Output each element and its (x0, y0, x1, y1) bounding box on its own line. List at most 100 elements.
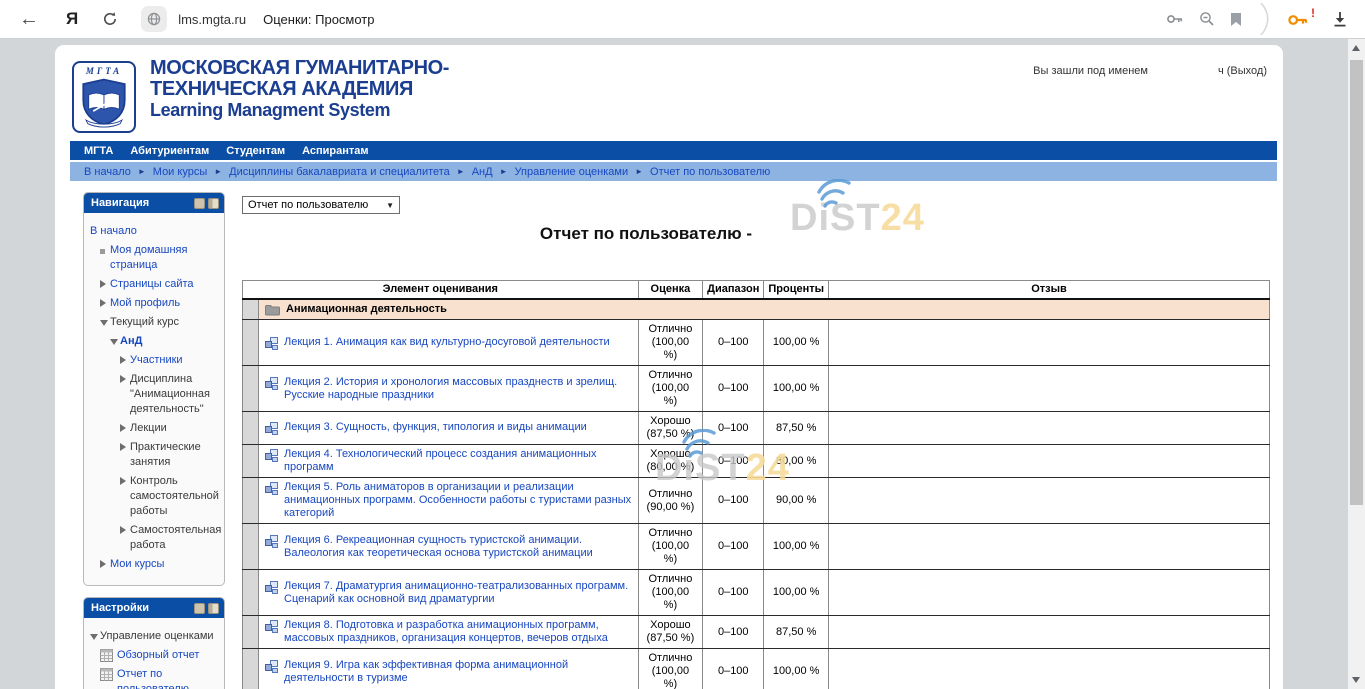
grade-item-link[interactable]: Лекция 6. Рекреационная сущность туристс… (284, 534, 632, 560)
collapsed-toggle-icon[interactable] (120, 526, 130, 534)
main-menu: МГТА Абитуриентам Студентам Аспирантам (70, 141, 1277, 160)
category-indent-cell (243, 299, 259, 320)
lesson-icon (265, 482, 278, 495)
download-icon[interactable] (1331, 10, 1349, 28)
percent-cell: 87,50 % (764, 616, 829, 649)
navigation-item-label[interactable]: Мои курсы (110, 557, 164, 572)
menu-item-мгта[interactable]: МГТА (84, 145, 113, 157)
back-icon[interactable]: ← (19, 9, 39, 29)
navigation-item[interactable]: Лекции (90, 421, 220, 436)
block-dock-icon[interactable] (208, 603, 219, 614)
breadcrumb-separator-icon: ► (500, 167, 508, 176)
expanded-toggle-icon[interactable] (100, 318, 110, 326)
range-cell: 0–100 (703, 649, 764, 689)
navigation-item-label[interactable]: Моя домашняя страница (110, 243, 220, 273)
breadcrumb-link[interactable]: Мои курсы (153, 166, 207, 178)
mgta-logo: МГТА (72, 61, 136, 133)
password-key-icon[interactable] (1166, 11, 1184, 27)
menu-item-абитуриентам[interactable]: Абитуриентам (130, 145, 209, 157)
page-zoom-icon[interactable] (1199, 11, 1215, 27)
login-prefix: Вы зашли под именем (1033, 65, 1148, 77)
table-row: Лекция 2. История и хронология массовых … (243, 366, 1270, 412)
collapsed-toggle-icon[interactable] (100, 299, 110, 307)
navigation-item[interactable]: Контроль самостоятельной работы (90, 474, 220, 519)
grade-item-link[interactable]: Лекция 7. Драматургия анимационно-театра… (284, 580, 632, 606)
square-toggle-icon[interactable] (100, 246, 110, 254)
navigation-item[interactable]: Текущий курс (90, 315, 220, 330)
settings-item[interactable]: Обзорный отчет (90, 648, 220, 663)
breadcrumb-link[interactable]: АнД (472, 166, 493, 178)
navigation-item[interactable]: Участники (90, 353, 220, 368)
block-dock-icon[interactable] (208, 198, 219, 209)
breadcrumb-link[interactable]: Управление оценками (515, 166, 629, 178)
collapsed-toggle-icon[interactable] (120, 375, 130, 383)
breadcrumb-link[interactable]: Отчет по пользователю (650, 166, 770, 178)
feedback-cell (829, 570, 1270, 616)
category-row: Анимационная деятельность (243, 299, 1270, 320)
percent-cell: 100,00 % (764, 366, 829, 412)
report-type-value: Отчет по пользователю (248, 199, 368, 211)
item-name-cell: Лекция 7. Драматургия анимационно-театра… (259, 570, 639, 616)
breadcrumb-link[interactable]: Дисциплины бакалавриата и специалитета (229, 166, 450, 178)
navigation-item[interactable]: Самостоятельная работа (90, 523, 220, 553)
settings-item[interactable]: Отчет по пользователю (90, 667, 220, 689)
grade-cell: Хорошо(87,50 %) (638, 616, 703, 649)
row-indent-cell (243, 412, 259, 445)
navigation-item[interactable]: Практические занятия (90, 440, 220, 470)
category-name: Анимационная деятельность (286, 303, 447, 316)
navigation-item[interactable]: Дисциплина "Анимационная деятельность" (90, 372, 220, 417)
feedback-cell (829, 524, 1270, 570)
grade-item-link[interactable]: Лекция 5. Роль аниматоров в организации … (284, 481, 632, 520)
settings-item[interactable]: Управление оценками (90, 629, 220, 644)
collapsed-toggle-icon[interactable] (120, 477, 130, 485)
block-minimize-icon[interactable] (194, 198, 205, 209)
navigation-item-label[interactable]: Страницы сайта (110, 277, 194, 292)
refresh-icon[interactable] (102, 11, 118, 27)
grade-item-link[interactable]: Лекция 3. Сущность, функция, типология и… (284, 421, 587, 434)
site-title: МОСКОВСКАЯ ГУМАНИТАРНО- ТЕХНИЧЕСКАЯ АКАД… (150, 45, 1283, 121)
scroll-down-icon[interactable] (1352, 677, 1360, 683)
navigation-item-label[interactable]: АнД (120, 334, 142, 349)
navigation-item-label[interactable]: В начало (90, 224, 137, 239)
logout-link[interactable]: ч (Выход) (1218, 65, 1267, 77)
expanded-toggle-icon[interactable] (110, 337, 120, 345)
collapsed-toggle-icon[interactable] (100, 280, 110, 288)
grade-item-link[interactable]: Лекция 2. История и хронология массовых … (284, 376, 632, 402)
navigation-item[interactable]: АнД (90, 334, 220, 349)
grade-cell: Хорошо(80,00 %) (638, 445, 703, 478)
navigation-item[interactable]: Страницы сайта (90, 277, 220, 292)
menu-item-аспирантам[interactable]: Аспирантам (302, 145, 368, 157)
login-info: Вы зашли под именем ч (Выход) (1033, 65, 1267, 77)
settings-item-label[interactable]: Отчет по пользователю (117, 667, 220, 689)
grade-item-link[interactable]: Лекция 9. Игра как эффективная форма ани… (284, 659, 632, 685)
collapsed-toggle-icon[interactable] (120, 356, 130, 364)
expanded-toggle-icon[interactable] (90, 632, 100, 640)
settings-item-label[interactable]: Обзорный отчет (117, 648, 199, 663)
collapsed-toggle-icon[interactable] (120, 443, 130, 451)
navigation-item[interactable]: Мой профиль (90, 296, 220, 311)
report-type-select[interactable]: Отчет по пользователю ▼ (242, 196, 400, 214)
menu-item-студентам[interactable]: Студентам (226, 145, 285, 157)
collapsed-toggle-icon[interactable] (100, 560, 110, 568)
address-bar-domain[interactable]: lms.mgta.ru (178, 12, 246, 27)
navigation-item[interactable]: В начало (90, 224, 220, 239)
grade-item-link[interactable]: Лекция 4. Технологический процесс создан… (284, 448, 632, 474)
grade-detail: (100,00 %) (645, 336, 697, 362)
block-minimize-icon[interactable] (194, 603, 205, 614)
grade-item-link[interactable]: Лекция 1. Анимация как вид культурно-дос… (284, 336, 610, 349)
bookmark-icon[interactable] (1230, 12, 1242, 27)
grade-item-link[interactable]: Лекция 8. Подготовка и разработка анимац… (284, 619, 632, 645)
password-alert-key-icon[interactable]: ! (1287, 10, 1309, 29)
folder-icon (265, 304, 280, 316)
navigation-item-label[interactable]: Участники (130, 353, 183, 368)
breadcrumb-link[interactable]: В начало (84, 166, 131, 178)
window-scrollbar[interactable] (1348, 39, 1365, 689)
navigation-item-label[interactable]: Мой профиль (110, 296, 180, 311)
feedback-cell (829, 366, 1270, 412)
yandex-browser-icon[interactable]: Я (66, 9, 78, 29)
scroll-up-icon[interactable] (1352, 45, 1360, 51)
collapsed-toggle-icon[interactable] (120, 424, 130, 432)
scrollbar-thumb[interactable] (1350, 60, 1363, 505)
navigation-item[interactable]: Моя домашняя страница (90, 243, 220, 273)
navigation-item[interactable]: Мои курсы (90, 557, 220, 572)
